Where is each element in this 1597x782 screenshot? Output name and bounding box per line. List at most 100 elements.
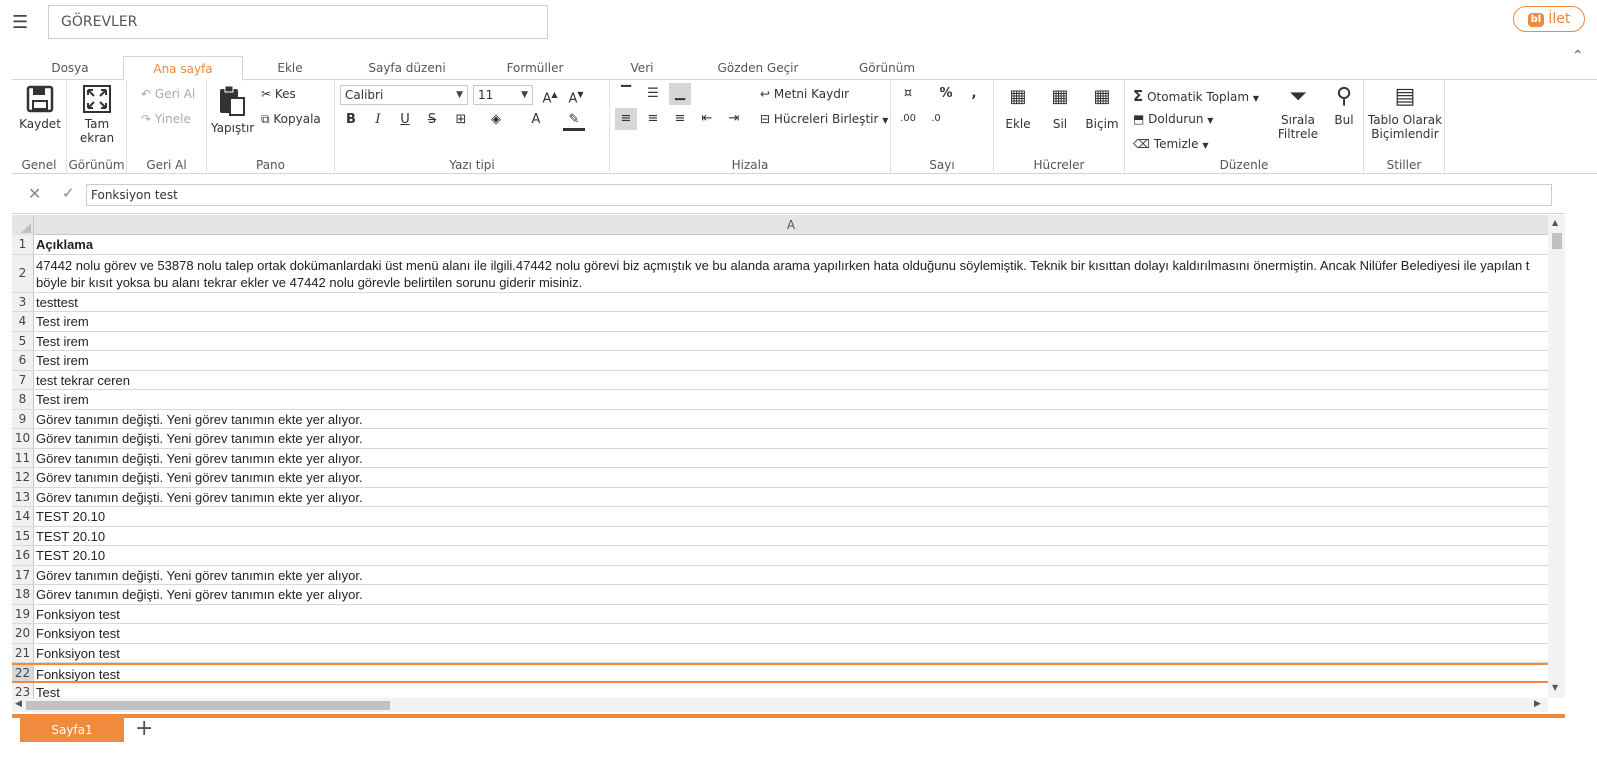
tab-sayfa-duzeni[interactable]: Sayfa düzeni xyxy=(362,56,452,80)
align-right-icon[interactable]: ≡ xyxy=(669,108,691,130)
row-header[interactable]: 14 xyxy=(12,507,34,526)
share-button[interactable]: bl İlet xyxy=(1513,6,1585,32)
underline-icon[interactable]: U xyxy=(394,109,416,131)
cell[interactable]: Fonksiyon test xyxy=(34,605,1548,624)
tab-veri[interactable]: Veri xyxy=(622,56,662,80)
row-header[interactable]: 1 xyxy=(12,235,34,254)
hamburger-icon[interactable]: ☰ xyxy=(12,12,28,33)
cell[interactable]: Test irem xyxy=(34,332,1548,351)
cell[interactable]: Görev tanımın değişti. Yeni görev tanımı… xyxy=(34,585,1548,604)
cell[interactable]: Açıklama xyxy=(34,235,1548,254)
vertical-scrollbar[interactable]: ▲ ▼ xyxy=(1548,215,1565,698)
cell[interactable]: 47442 nolu görev ve 53878 nolu talep ort… xyxy=(34,255,1548,292)
row-header[interactable]: 3 xyxy=(12,292,34,311)
strikethrough-icon[interactable]: S xyxy=(421,109,443,131)
scroll-left-icon[interactable]: ◀ xyxy=(15,699,22,709)
row-header[interactable]: 21 xyxy=(12,643,34,662)
decrease-indent-icon[interactable]: ⇤ xyxy=(696,108,718,130)
merge-cells-button[interactable]: ⊟ Hücreleri Birleştir ▼ xyxy=(760,112,888,126)
cell[interactable]: Görev tanımın değişti. Yeni görev tanımı… xyxy=(34,410,1548,429)
row-header[interactable]: 17 xyxy=(12,565,34,584)
tab-formuller[interactable]: Formüller xyxy=(499,56,571,80)
format-as-table-button[interactable]: ▤ Tablo Olarak Biçimlendir xyxy=(1366,84,1444,141)
align-center-icon[interactable]: ≡ xyxy=(642,108,664,130)
row-header[interactable]: 5 xyxy=(12,331,34,350)
tab-gozden-gecir[interactable]: Gözden Geçir xyxy=(712,56,804,80)
font-family-select[interactable]: Calibri ▼ xyxy=(340,85,468,105)
column-header-a[interactable]: A xyxy=(34,215,1548,235)
formula-input[interactable]: Fonksiyon test xyxy=(86,184,1552,206)
cell[interactable]: Test irem xyxy=(34,390,1548,409)
fill-button[interactable]: ⬒ Doldurun ▼ xyxy=(1133,112,1213,126)
sheet-tab[interactable]: Sayfa1 xyxy=(20,718,124,742)
row-header[interactable]: 16 xyxy=(12,546,34,565)
row-header[interactable]: 20 xyxy=(12,624,34,643)
close-icon[interactable]: ✕ xyxy=(28,184,41,203)
currency-icon[interactable]: ¤ xyxy=(897,83,919,105)
tab-ana-sayfa[interactable]: Ana sayfa xyxy=(123,56,243,81)
undo-button[interactable]: ↶ Geri Al xyxy=(141,87,195,101)
italic-icon[interactable]: I xyxy=(367,109,389,131)
vertical-scroll-thumb[interactable] xyxy=(1552,233,1562,249)
comma-icon[interactable]: , xyxy=(963,83,985,105)
find-button[interactable]: ⚲ Bul xyxy=(1329,84,1359,127)
row-header[interactable]: 22 xyxy=(12,665,34,681)
align-bottom-icon[interactable]: ▁ xyxy=(669,83,691,105)
cell[interactable]: Görev tanımın değişti. Yeni görev tanımı… xyxy=(34,468,1548,487)
redo-button[interactable]: ↷ Yinele xyxy=(141,112,191,126)
cell[interactable]: Görev tanımın değişti. Yeni görev tanımı… xyxy=(34,488,1548,507)
row-header[interactable]: 15 xyxy=(12,526,34,545)
save-button[interactable]: Kaydet xyxy=(16,84,64,131)
increase-font-icon[interactable]: A▲ xyxy=(539,84,561,106)
wrap-text-button[interactable]: ↩ Metni Kaydır xyxy=(760,87,849,101)
cell[interactable]: Görev tanımın değişti. Yeni görev tanımı… xyxy=(34,449,1548,468)
cell[interactable]: test tekrar ceren xyxy=(34,371,1548,390)
percent-icon[interactable]: % xyxy=(935,83,957,105)
row-header[interactable]: 8 xyxy=(12,390,34,409)
increase-indent-icon[interactable]: ⇥ xyxy=(723,108,745,130)
bold-icon[interactable]: B xyxy=(340,109,362,131)
align-left-icon[interactable]: ≡ xyxy=(615,108,637,130)
font-effects-icon[interactable]: A xyxy=(525,109,547,131)
align-top-icon[interactable]: ▔ xyxy=(615,83,637,105)
decrease-decimal-icon[interactable]: .0 xyxy=(925,108,947,130)
increase-decimal-icon[interactable]: .00 xyxy=(897,108,919,130)
check-icon[interactable]: ✓ xyxy=(62,184,75,202)
row-header[interactable]: 6 xyxy=(12,351,34,370)
cell[interactable]: TEST 20.10 xyxy=(34,546,1548,565)
row-header[interactable]: 9 xyxy=(12,409,34,428)
borders-icon[interactable]: ⊞ xyxy=(450,109,472,131)
cell[interactable]: Fonksiyon test xyxy=(34,624,1548,643)
fullscreen-button[interactable]: Tam ekran xyxy=(71,84,123,145)
horizontal-scroll-thumb[interactable] xyxy=(26,701,390,710)
font-color-icon[interactable]: ✎ xyxy=(563,109,585,131)
clear-button[interactable]: ⌫ Temizle ▼ xyxy=(1133,137,1209,151)
format-cells-button[interactable]: ▦ Biçim xyxy=(1082,86,1122,131)
sort-filter-button[interactable]: ⏷ Sırala Filtrele xyxy=(1273,84,1323,141)
autosum-button[interactable]: Σ Otomatik Toplam ▼ xyxy=(1133,87,1259,105)
document-title[interactable]: GÖREVLER xyxy=(48,5,548,39)
row-header[interactable]: 4 xyxy=(12,312,34,331)
row-header[interactable]: 18 xyxy=(12,585,34,604)
scroll-right-icon[interactable]: ▶ xyxy=(1534,699,1541,709)
cell[interactable]: TEST 20.10 xyxy=(34,527,1548,546)
row-header[interactable]: 11 xyxy=(12,448,34,467)
scroll-down-icon[interactable]: ▼ xyxy=(1552,683,1558,692)
row-header[interactable]: 13 xyxy=(12,487,34,506)
tab-ekle[interactable]: Ekle xyxy=(267,56,313,80)
row-header[interactable]: 12 xyxy=(12,468,34,487)
cell[interactable]: Fonksiyon test xyxy=(34,644,1548,663)
align-middle-icon[interactable]: ☰ xyxy=(642,83,664,105)
fill-color-icon[interactable]: ◈ xyxy=(485,109,507,131)
cell[interactable]: TEST 20.10 xyxy=(34,507,1548,526)
cell[interactable]: Fonksiyon test xyxy=(34,665,1548,681)
paste-button[interactable]: Yapıştır xyxy=(211,84,254,135)
copy-button[interactable]: ⧉ Kopyala xyxy=(261,112,321,127)
cell[interactable]: Test irem xyxy=(34,351,1548,370)
add-sheet-icon[interactable]: + xyxy=(135,716,153,741)
tab-gorunum[interactable]: Görünüm xyxy=(852,56,922,80)
select-all-corner[interactable] xyxy=(12,215,34,235)
cut-button[interactable]: ✂ Kes xyxy=(261,87,296,101)
cell[interactable]: testtest xyxy=(34,293,1548,312)
row-header[interactable]: 10 xyxy=(12,429,34,448)
